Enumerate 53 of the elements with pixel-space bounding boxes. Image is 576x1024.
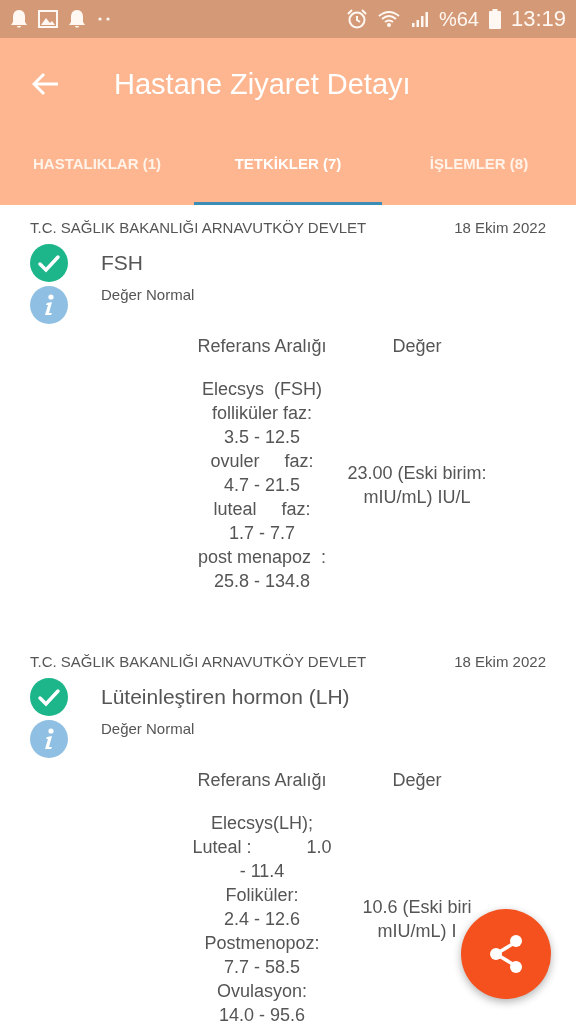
battery-icon [488, 9, 501, 29]
reference-range-line: Luteal : 1.0 [192, 836, 332, 859]
tab[interactable]: HASTALIKLAR (1) [0, 130, 194, 205]
tab[interactable]: TETKİKLER (7) [194, 130, 382, 205]
reference-range-line: 3.5 - 12.5 [223, 426, 301, 449]
result-value-line: 10.6 (Eski biri [362, 896, 472, 919]
reference-range-line: 2.4 - 12.6 [223, 908, 301, 931]
test-name: Lüteinleştiren hormon (LH) [101, 685, 350, 709]
status-text: Değer Normal [101, 720, 195, 737]
reference-range-line: 7.7 - 58.5 [223, 956, 301, 979]
column-header: Değer [392, 770, 442, 791]
hospital-name: T.C. SAĞLIK BAKANLIĞI ARNAVUTKÖY DEVLET [30, 653, 367, 670]
reference-range-line: 25.8 - 134.8 [213, 570, 311, 593]
signal-icon [410, 10, 429, 28]
check-icon [30, 244, 68, 282]
more-notifications-icon [96, 16, 112, 22]
column-header: Referans Aralığı [197, 336, 327, 357]
hospital-name: T.C. SAĞLIK BAKANLIĞI ARNAVUTKÖY DEVLET [30, 219, 367, 236]
test-name: FSH [101, 251, 143, 275]
column-header: Değer [392, 336, 442, 357]
image-icon [38, 10, 58, 28]
back-arrow-icon [32, 72, 60, 96]
reference-range-line: - 11.4 [239, 860, 285, 883]
column-header: Referans Aralığı [197, 770, 327, 791]
reference-range-line: 4.7 - 21.5 [223, 474, 301, 497]
battery-percent: %64 [438, 7, 479, 31]
tab[interactable]: İŞLEMLER (8) [382, 130, 576, 205]
result-value-line: mIU/mL) IU/L [363, 486, 471, 509]
clock-time: 13:19 [510, 6, 566, 32]
alarm-icon [346, 9, 367, 29]
reference-range-line: 1.7 - 7.7 [228, 522, 295, 545]
result-value-line: mIU/mL) I [377, 920, 457, 943]
reference-range-line: ovuler faz: [210, 450, 314, 473]
info-icon [30, 286, 68, 324]
test-date: 18 Ekim 2022 [454, 653, 546, 670]
reference-range-line: luteal faz: [213, 498, 311, 521]
reference-range-line: 14.0 - 95.6 [218, 1004, 306, 1024]
bell-icon [10, 9, 28, 29]
bell-icon [68, 9, 86, 29]
reference-range-line: Ovulasyon: [216, 980, 307, 1003]
test-date: 18 Ekim 2022 [454, 219, 546, 236]
reference-range-line: Elecsys (FSH) [202, 378, 322, 401]
check-icon [30, 678, 68, 716]
reference-range-line: post menapoz : [197, 546, 327, 569]
reference-range-line: Postmenopoz: [204, 932, 320, 955]
status-text: Değer Normal [101, 286, 195, 303]
reference-range-line: Foliküler: [225, 884, 299, 907]
wifi-icon [376, 10, 401, 28]
info-icon [30, 720, 68, 758]
result-value-line: 23.00 (Eski birim: [347, 462, 487, 485]
reference-range-line: Elecsys(LH); [211, 812, 313, 835]
reference-range-line: folliküler faz: [211, 402, 312, 425]
page-title: Hastane Ziyaret Detayı [114, 67, 411, 101]
